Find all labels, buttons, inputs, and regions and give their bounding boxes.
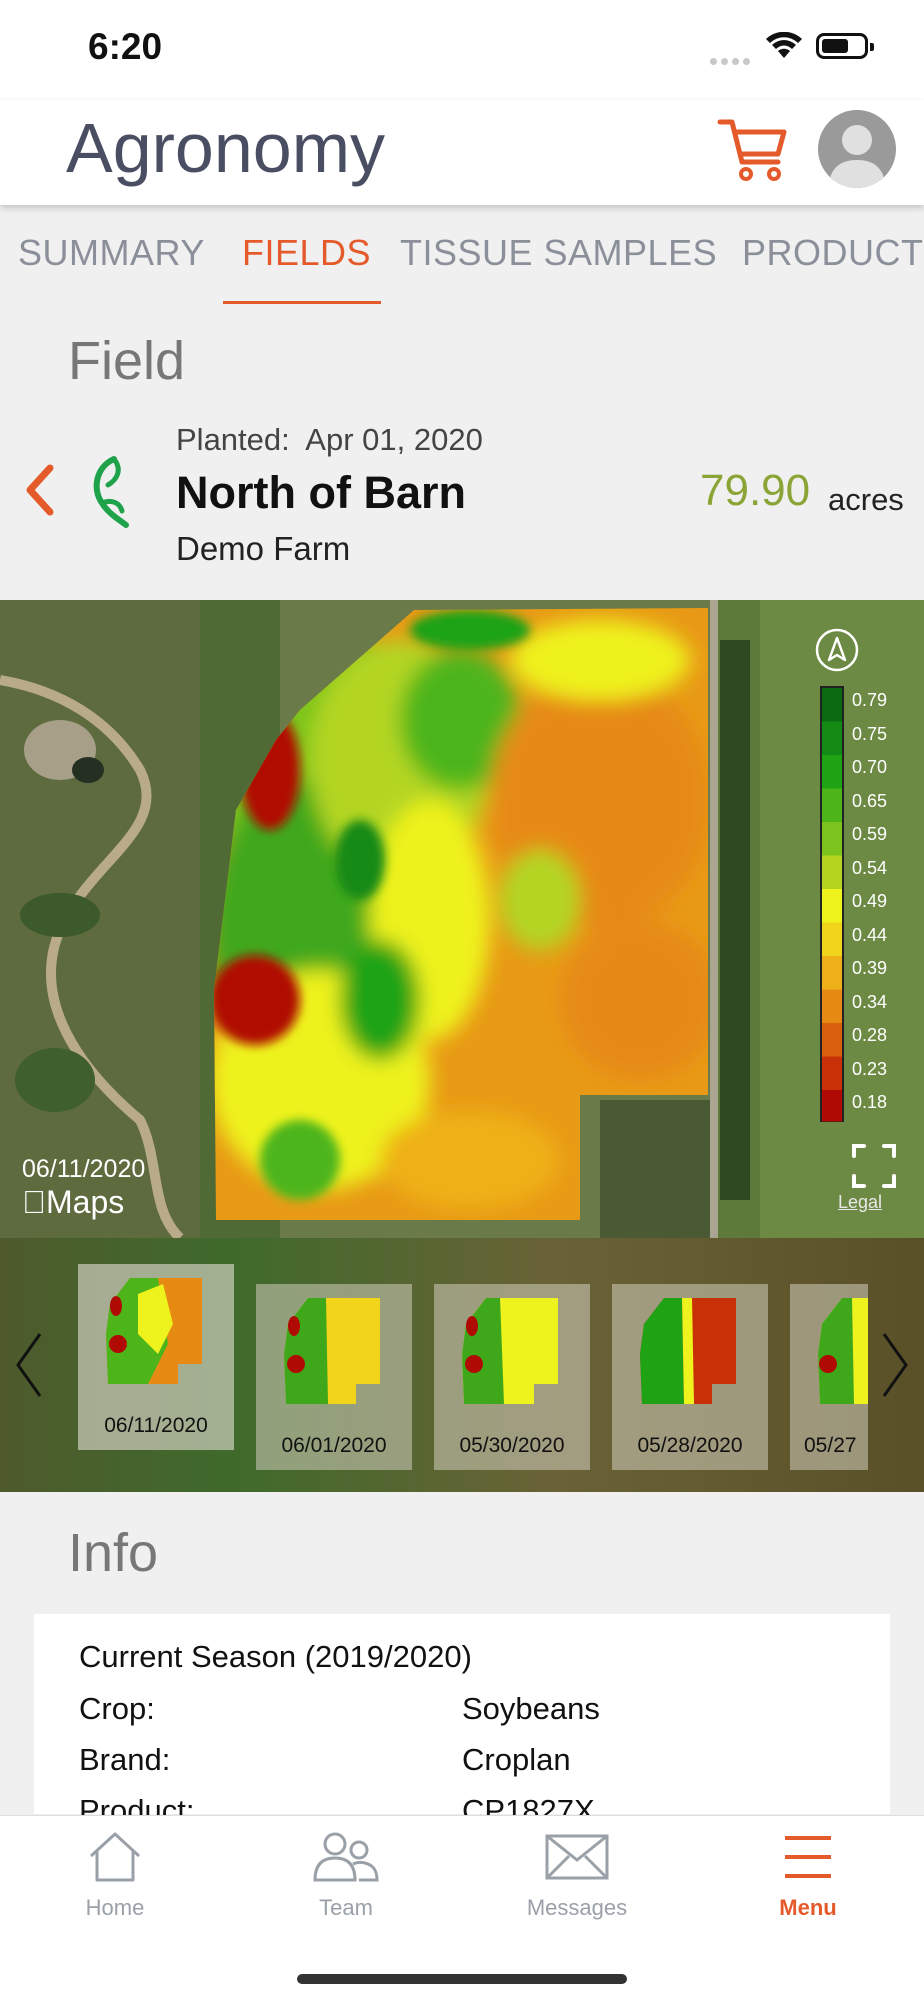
legend-label: 0.65 [852,790,888,811]
legend-swatch [822,855,842,889]
tab-fields[interactable]: FIELDS [242,232,371,274]
legend-label: 0.70 [852,757,888,777]
fullscreen-expand-icon[interactable] [850,1142,898,1195]
chevron-right-icon[interactable] [878,1330,912,1405]
thumbnail-date: 06/01/2020 [281,1434,387,1457]
planted-info: Planted: Apr 01, 2020 [176,422,483,458]
team-icon [313,1832,379,1882]
legend-label: 0.34 [852,991,888,1012]
farm-name: Demo Farm [176,530,351,567]
imagery-thumbnail-strip: 06/11/2020 06/01/2020 05/30/2020 05/28/2… [0,1238,924,1492]
back-chevron-icon[interactable] [20,462,60,523]
thumbnail-item[interactable]: 06/01/2020 [256,1284,412,1470]
thumbnail-map-image [106,1278,202,1384]
nav-menu-label: Menu [779,1895,837,1920]
thumbnail-date: 05/28/2020 [637,1434,743,1457]
legend-swatch [822,1090,842,1122]
acres-value: 79.90 [700,466,811,515]
nav-team-label: Team [319,1895,373,1920]
maps-brand-text: Maps [22,1184,124,1220]
menu-icon [785,1836,831,1878]
thumbnail-map-image [284,1298,380,1404]
legend-label: 0.49 [852,891,888,911]
thumbnail-map-image [462,1298,558,1404]
legend-label: 0.54 [852,857,888,878]
thumbnail-item[interactable]: 06/11/2020 [78,1264,234,1450]
tab-bar: SUMMARY FIELDS TISSUE SAMPLES PRODUCTS [0,210,924,305]
legend-label: 0.23 [852,1058,888,1079]
legal-link[interactable]: Legal [838,1192,882,1213]
legend-swatch [822,755,842,789]
active-tab-indicator [223,301,381,304]
legend-swatch [822,822,842,856]
legend-label: 0.79 [852,690,888,710]
home-indicator [297,1974,627,1984]
avatar[interactable] [818,110,896,188]
battery-icon [816,33,874,59]
legend-swatch [822,922,842,956]
app-title: Agronomy [66,109,386,187]
thumbnail-map-image [818,1298,868,1404]
thumbnail-date: 05/27 [804,1434,857,1457]
tab-products[interactable]: PRODUCTS [742,232,924,274]
thumbnail-item[interactable]: 05/27 [790,1284,868,1470]
apple-maps-logo: Maps [22,1184,124,1221]
legend-swatch [822,889,842,923]
thumbnail-map-image [640,1298,736,1404]
thumbnail-item[interactable]: 05/30/2020 [434,1284,590,1470]
cellular-signal-icon [710,52,754,70]
nav-home[interactable]: Home [35,1830,195,1921]
field-map[interactable] [0,600,924,1238]
legend-swatch [822,1023,842,1057]
planted-label: Planted: [176,422,290,457]
crop-label: Crop: [79,1691,155,1726]
thumbnail-item[interactable]: 05/28/2020 [612,1284,768,1470]
legend-label: 0.18 [852,1092,888,1112]
brand-value: Croplan [462,1742,571,1777]
tab-summary[interactable]: SUMMARY [18,232,205,274]
planted-date: Apr 01, 2020 [305,422,483,457]
envelope-icon [545,1834,609,1880]
info-section-title: Info [68,1523,159,1583]
chevron-left-icon[interactable] [12,1330,46,1405]
thumbnail-date: 06/11/2020 [104,1414,208,1437]
legend-label: 0.39 [852,958,888,978]
season-heading: Current Season (2019/2020) [79,1639,472,1674]
wifi-icon [764,31,804,65]
legend-swatch [822,788,842,822]
status-time: 6:20 [88,26,163,67]
satellite-ndvi-map [0,600,924,1238]
legend-label: 0.44 [852,924,888,945]
map-legend-scale [820,686,844,1122]
home-icon [89,1832,141,1882]
field-section-title: Field [68,331,186,391]
tab-tissue-samples[interactable]: TISSUE SAMPLES [400,232,717,274]
legend-swatch [822,721,842,755]
info-card: Current Season (2019/2020) Crop: Soybean… [34,1614,890,1828]
nav-messages[interactable]: Messages [497,1830,657,1921]
cart-icon[interactable] [716,112,788,191]
field-name: North of Barn [176,467,466,518]
legend-swatch [822,1056,842,1090]
legend-swatch [822,688,842,722]
legend-label: 0.28 [852,1025,888,1045]
nav-menu[interactable]: Menu [728,1830,888,1921]
map-date: 06/11/2020 [22,1155,146,1183]
soybean-crop-icon [88,455,132,534]
nav-home-label: Home [85,1895,145,1920]
acres-unit: acres [828,482,904,517]
apple-icon:  [22,1184,46,1220]
crop-value: Soybeans [462,1691,600,1726]
legend-label: 0.59 [852,824,888,844]
legend-swatch [822,956,842,990]
brand-label: Brand: [79,1742,171,1777]
thumbnail-date: 05/30/2020 [459,1434,565,1457]
legend-label: 0.75 [852,723,888,744]
compass-north-icon[interactable] [814,627,860,678]
nav-team[interactable]: Team [266,1830,426,1921]
legend-swatch [822,989,842,1023]
nav-messages-label: Messages [526,1895,628,1920]
